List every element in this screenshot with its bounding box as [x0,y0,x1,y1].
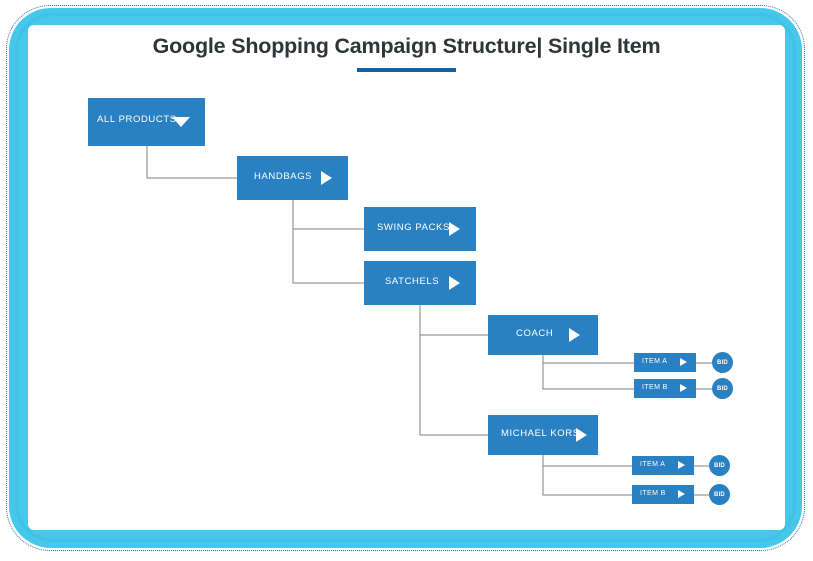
node-handbags[interactable]: HANDBAGS [237,156,348,200]
title-underline [357,68,456,72]
bid-node-coach-item-b[interactable]: BID [712,378,733,399]
bid-node-coach-item-a[interactable]: BID [712,352,733,373]
chevron-right-icon [449,276,460,290]
node-all-products[interactable]: ALL PRODUCTS [88,98,205,146]
node-michael-kors-item-a[interactable]: ITEM A [632,456,694,475]
node-michael-kors-label: MICHAEL KORS [501,428,580,439]
node-michael-kors[interactable]: MICHAEL KORS [488,415,598,455]
node-coach-item-a-label: ITEM A [642,358,668,365]
node-coach[interactable]: COACH [488,315,598,355]
chevron-right-icon [321,171,332,185]
diagram-canvas: Google Shopping Campaign Structure| Sing… [0,0,813,561]
chevron-right-icon [678,461,685,469]
node-swing-packs-label: SWING PACKS [377,222,450,233]
node-michael-kors-item-b-label: ITEM B [640,490,666,497]
chevron-right-icon [678,490,685,498]
bid-node-michael-kors-item-a-label: BID [714,462,725,469]
node-satchels-label: SATCHELS [385,276,440,287]
bid-node-coach-item-b-label: BID [717,385,728,392]
node-coach-item-b[interactable]: ITEM B [634,379,696,398]
node-coach-label: COACH [516,328,554,339]
node-michael-kors-item-b[interactable]: ITEM B [632,485,694,504]
bid-node-michael-kors-item-b-label: BID [714,491,725,498]
bid-node-michael-kors-item-b[interactable]: BID [709,484,730,505]
bid-node-coach-item-a-label: BID [717,359,728,366]
chevron-right-icon [449,222,460,236]
node-handbags-label: HANDBAGS [254,171,313,182]
chevron-right-icon [569,328,580,342]
chevron-down-icon [172,117,190,127]
node-swing-packs[interactable]: SWING PACKS [364,207,476,251]
page-title: Google Shopping Campaign Structure| Sing… [152,34,661,58]
bid-node-michael-kors-item-a[interactable]: BID [709,455,730,476]
chevron-right-icon [680,358,687,366]
node-coach-item-a[interactable]: ITEM A [634,353,696,372]
node-michael-kors-item-a-label: ITEM A [640,461,666,468]
node-all-products-label: ALL PRODUCTS [97,114,177,125]
chevron-right-icon [576,428,587,442]
node-coach-item-b-label: ITEM B [642,384,668,391]
chevron-right-icon [680,384,687,392]
node-satchels[interactable]: SATCHELS [364,261,476,305]
